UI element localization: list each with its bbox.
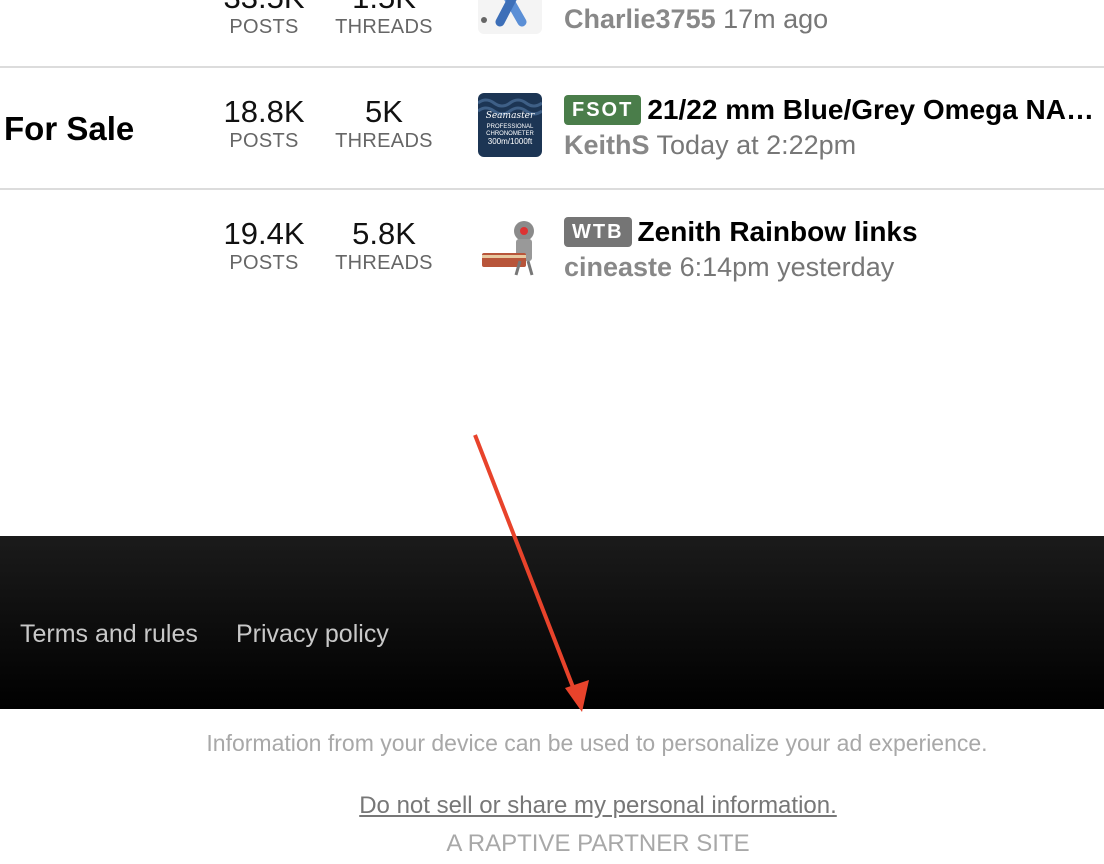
ribbon-icon [481,0,527,27]
ad-notice: Information from your device can be used… [206,730,988,756]
latest-post: Charlie3755 17m ago [564,0,1104,35]
latest-meta: Charlie3755 17m ago [564,4,1104,35]
latest-user[interactable]: Charlie3755 [564,4,716,34]
thread-thumbnail[interactable] [478,215,542,279]
thread-thumbnail[interactable] [478,0,542,34]
site-footer: Terms and rules Privacy policy [0,536,1104,709]
threads-count: 5K [365,94,403,129]
prefix-badge[interactable]: FSOT [564,95,642,125]
row-divider [0,66,1104,68]
latest-time[interactable]: Today at 2:22pm [657,130,857,160]
threads-stat: 5K THREADS [319,94,449,153]
latest-meta: KeithS Today at 2:22pm [564,130,1104,161]
threads-count: 1.5K [319,0,449,16]
prefix-badge[interactable]: WTB [564,217,632,247]
thread-title[interactable]: Zenith Rainbow links [638,216,918,247]
posts-label: POSTS [229,16,299,38]
threads-count: 5.8K [352,216,416,251]
svg-text:300m/1000ft: 300m/1000ft [488,137,533,146]
latest-post: FSOT 21/22 mm Blue/Grey Omega NA… KeithS … [564,94,1104,161]
latest-post: WTB Zenith Rainbow links cineaste 6:14pm … [564,216,1104,283]
svg-text:Seamaster: Seamaster [486,111,535,121]
latest-time[interactable]: 6:14pm yesterday [680,252,895,282]
latest-user[interactable]: cineaste [564,252,672,282]
row-divider [0,188,1104,190]
threads-stat: 5.8K THREADS [319,216,449,275]
posts-count: 33.5K [199,0,329,16]
do-not-sell-link[interactable]: Do not sell or share my personal informa… [0,792,1104,820]
partner-text: A RAPTIVE PARTNER SITE [446,830,750,857]
forum-row-1: 33.5K POSTS 1.5K THREADS Charlie3755 17m… [0,0,1104,68]
posts-stat: 18.8K POSTS [199,94,329,153]
watch-dial-icon: Seamaster PROFESSIONAL CHRONOMETER 300m/… [478,98,542,146]
latest-user[interactable]: KeithS [564,130,650,160]
posts-label: POSTS [229,252,299,274]
posts-count: 18.8K [223,94,305,129]
thread-thumbnail[interactable]: Seamaster PROFESSIONAL CHRONOMETER 300m/… [478,93,542,157]
threads-label: THREADS [335,130,433,152]
svg-text:PROFESSIONAL: PROFESSIONAL [487,124,534,130]
forum-row-3[interactable]: 19.4K POSTS 5.8K THREADS WTB Zenith Rainb… [0,212,1104,310]
privacy-link[interactable]: Privacy policy [236,620,389,649]
forum-row-for-sale[interactable]: For Sale 18.8K POSTS 5K THREADS Seamaste… [0,90,1104,188]
posts-stat: 33.5K POSTS [199,0,329,39]
latest-time[interactable]: 17m ago [723,4,828,34]
posts-label: POSTS [229,130,299,152]
threads-label: THREADS [335,16,433,38]
forum-title[interactable]: For Sale [4,110,134,148]
threads-stat: 1.5K THREADS [319,0,449,39]
threads-label: THREADS [335,252,433,274]
terms-link[interactable]: Terms and rules [20,620,198,649]
robot-avatar-icon [482,221,534,276]
posts-stat: 19.4K POSTS [199,216,329,275]
posts-count: 19.4K [223,216,305,251]
latest-meta: cineaste 6:14pm yesterday [564,252,1104,283]
thread-title[interactable]: 21/22 mm Blue/Grey Omega NA… [647,94,1094,125]
